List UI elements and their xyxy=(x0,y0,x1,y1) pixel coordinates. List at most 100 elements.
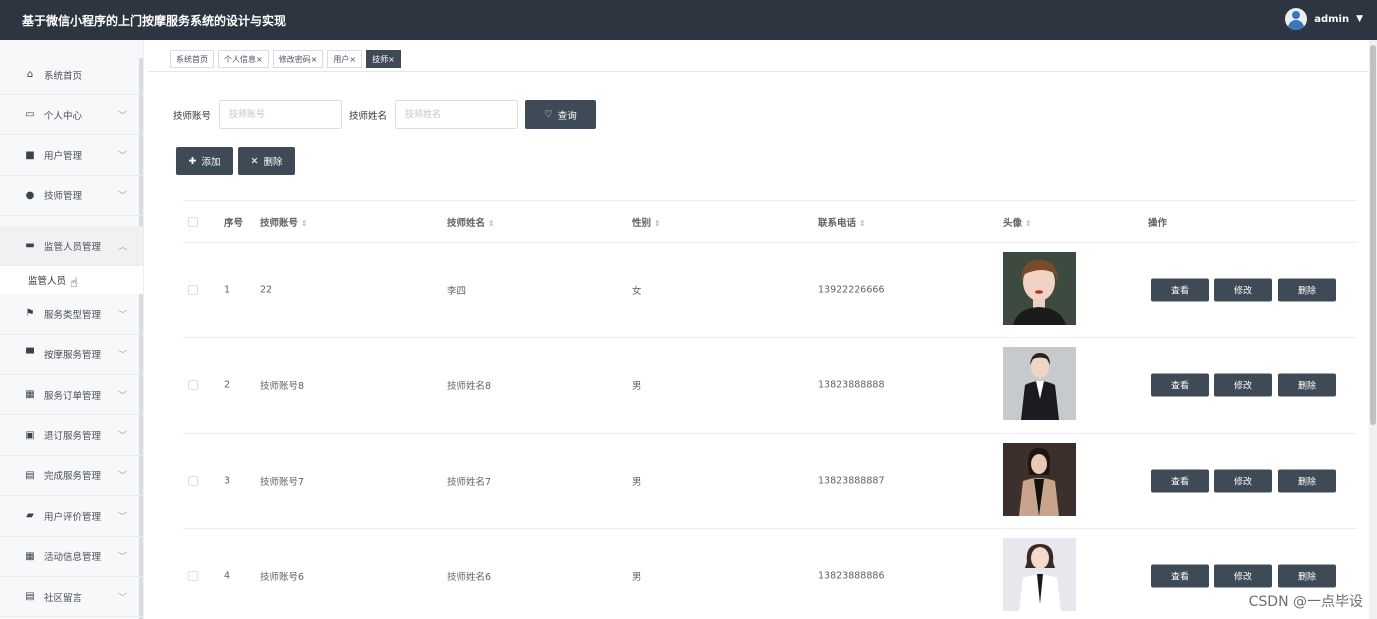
sort-icon: ⇕ xyxy=(1025,218,1032,228)
sidebar-item-orders[interactable]: ▦ 服务订单管理 ﹀ xyxy=(0,375,143,416)
sort-icon: ⇕ xyxy=(859,218,866,228)
account-search-input[interactable] xyxy=(219,100,343,129)
tab-users[interactable]: 用户× xyxy=(327,50,363,68)
caret-down-icon[interactable]: ▼ xyxy=(1356,14,1363,24)
sidebar-item-label: 完成服务管理 xyxy=(44,471,102,483)
chevron-down-icon: ﹀ xyxy=(117,191,127,202)
row-delete-button[interactable]: 删除 xyxy=(1278,278,1336,302)
sidebar-item-label: 个人中心 xyxy=(44,110,83,122)
row-delete-button[interactable]: 删除 xyxy=(1278,564,1336,588)
row-phone: 13823888888 xyxy=(818,379,885,391)
technician-photo xyxy=(1003,347,1076,421)
chevron-down-icon: ﹀ xyxy=(117,593,127,604)
account-label: 技师账号 xyxy=(173,110,212,122)
scrollbar-thumb[interactable] xyxy=(1370,45,1376,425)
tab-home[interactable]: 系统首页 xyxy=(170,50,214,68)
edit-button[interactable]: 修改 xyxy=(1214,373,1272,397)
delete-button[interactable]: ✕ 删除 xyxy=(238,147,295,175)
top-header: 基于微信小程序的上门按摩服务系统的设计与实现 admin ▼ xyxy=(0,0,1377,40)
col-index: 序号 xyxy=(224,217,244,229)
edit-button[interactable]: 修改 xyxy=(1214,469,1272,493)
col-gender[interactable]: 性别 ⇕ xyxy=(632,215,661,229)
user-name[interactable]: admin xyxy=(1314,14,1349,25)
edit-button[interactable]: 修改 xyxy=(1214,278,1272,302)
chevron-down-icon: ﹀ xyxy=(117,512,127,523)
sidebar-item-profile[interactable]: ▭ 个人中心 ﹀ xyxy=(0,95,143,136)
tab-technicians[interactable]: 技师× xyxy=(366,50,401,68)
tab-password[interactable]: 修改密码× xyxy=(272,50,324,68)
sidebar-item-label: 监管人员管理 xyxy=(44,241,102,253)
row-account: 技师账号6 xyxy=(260,572,305,584)
row-checkbox[interactable] xyxy=(188,475,198,486)
row-index: 3 xyxy=(224,475,231,487)
close-icon: ✕ xyxy=(250,155,259,167)
view-button[interactable]: 查看 xyxy=(1151,564,1209,588)
submenu-item-supervisor[interactable]: 监管人员 ☝ xyxy=(0,266,143,295)
row-checkbox[interactable] xyxy=(188,571,198,582)
row-index: 2 xyxy=(224,379,231,391)
sidebar-item-label: 社区留言 xyxy=(44,592,83,604)
sidebar-item-completed[interactable]: ▤ 完成服务管理 ﹀ xyxy=(0,456,143,497)
col-avatar[interactable]: 头像 ⇕ xyxy=(1003,215,1032,229)
sidebar-item-reviews[interactable]: ▰ 用户评价管理 ﹀ xyxy=(0,496,143,537)
sidebar-item-supervisors[interactable]: ▬ 监管人员管理 ︿ xyxy=(0,226,143,267)
edit-button[interactable]: 修改 xyxy=(1214,564,1272,588)
user-menu[interactable]: admin ▼ xyxy=(1285,8,1363,30)
tab-profile[interactable]: 个人信息× xyxy=(218,50,269,68)
sidebar-item-label: 技师管理 xyxy=(44,191,83,203)
view-button[interactable]: 查看 xyxy=(1151,278,1209,302)
id-card-icon: ▭ xyxy=(25,109,35,121)
tab-divider xyxy=(148,71,1377,72)
query-button[interactable]: ♡ 查询 xyxy=(525,100,597,129)
chevron-down-icon: ﹀ xyxy=(117,310,127,321)
select-all-checkbox[interactable] xyxy=(188,216,198,227)
name-search-input[interactable] xyxy=(395,100,519,129)
row-name: 技师姓名8 xyxy=(447,381,492,393)
tab-bar: 系统首页 个人信息× 修改密码× 用户× 技师× xyxy=(170,50,401,68)
add-button-label: 添加 xyxy=(201,157,221,168)
view-button[interactable]: 查看 xyxy=(1151,469,1209,493)
avatar[interactable] xyxy=(1285,8,1308,30)
technician-photo xyxy=(1003,537,1076,611)
sidebar-item-technicians[interactable]: ● 技师管理 ﹀ xyxy=(0,176,143,217)
row-checkbox[interactable] xyxy=(188,285,198,296)
sidebar-item-home[interactable]: ⌂ 系统首页 xyxy=(0,55,143,95)
sidebar-item-label: 用户评价管理 xyxy=(44,511,102,523)
row-gender: 男 xyxy=(632,572,642,584)
col-phone[interactable]: 联系电话 ⇕ xyxy=(818,215,866,229)
search-form: 技师账号 技师姓名 ♡ 查询 xyxy=(173,100,597,129)
col-account[interactable]: 技师账号 ⇕ xyxy=(260,215,308,229)
sidebar-item-service-types[interactable]: ⚑ 服务类型管理 ﹀ xyxy=(0,294,143,335)
table-row: 4 技师账号6 技师姓名6 男 13823888886 查看 修改 删除 xyxy=(183,529,1357,619)
monitor-icon: ▀ xyxy=(26,348,34,360)
sidebar-item-activities[interactable]: ▦ 活动信息管理 ﹀ xyxy=(0,537,143,577)
row-gender: 男 xyxy=(632,476,642,488)
chevron-down-icon: ﹀ xyxy=(117,350,127,361)
chevron-down-icon: ﹀ xyxy=(117,111,127,122)
chevron-down-icon: ﹀ xyxy=(117,151,127,162)
view-button[interactable]: 查看 xyxy=(1151,373,1209,397)
name-label: 技师姓名 xyxy=(349,110,388,122)
sidebar-item-users[interactable]: ■ 用户管理 ﹀ xyxy=(0,135,143,176)
sort-icon: ⇕ xyxy=(301,218,308,228)
row-gender: 女 xyxy=(632,286,642,298)
col-name[interactable]: 技师姓名 ⇕ xyxy=(447,215,495,229)
chart-icon: ▣ xyxy=(25,429,35,441)
home-icon: ⌂ xyxy=(26,69,34,80)
page-scrollbar[interactable] xyxy=(1369,40,1377,619)
sidebar-item-label: 按摩服务管理 xyxy=(44,350,102,362)
sidebar-item-messages[interactable]: ▤ 社区留言 ﹀ xyxy=(0,577,143,618)
table-header: 序号 技师账号 ⇕ 技师姓名 ⇕ 性别 ⇕ 联系电话 ⇕ 头像 ⇕ 操作 xyxy=(183,200,1357,243)
row-checkbox[interactable] xyxy=(188,380,198,391)
clipboard-icon: ▤ xyxy=(25,591,35,603)
row-delete-button[interactable]: 删除 xyxy=(1278,469,1336,493)
add-button[interactable]: ✚ 添加 xyxy=(176,147,233,175)
row-delete-button[interactable]: 删除 xyxy=(1278,373,1336,397)
sidebar-item-label: 退订服务管理 xyxy=(44,431,102,443)
sidebar-item-massage-services[interactable]: ▀ 按摩服务管理 ﹀ xyxy=(0,335,143,375)
sidebar: ⌂ 系统首页 ▭ 个人中心 ﹀ ■ 用户管理 ﹀ ● 技师管理 ﹀ ▬ 监管人员… xyxy=(0,40,144,619)
grid-icon: ▦ xyxy=(25,550,35,562)
sidebar-item-label: 服务类型管理 xyxy=(44,309,102,321)
sidebar-item-refunds[interactable]: ▣ 退订服务管理 ﹀ xyxy=(0,415,143,456)
technician-photo xyxy=(1003,252,1076,325)
